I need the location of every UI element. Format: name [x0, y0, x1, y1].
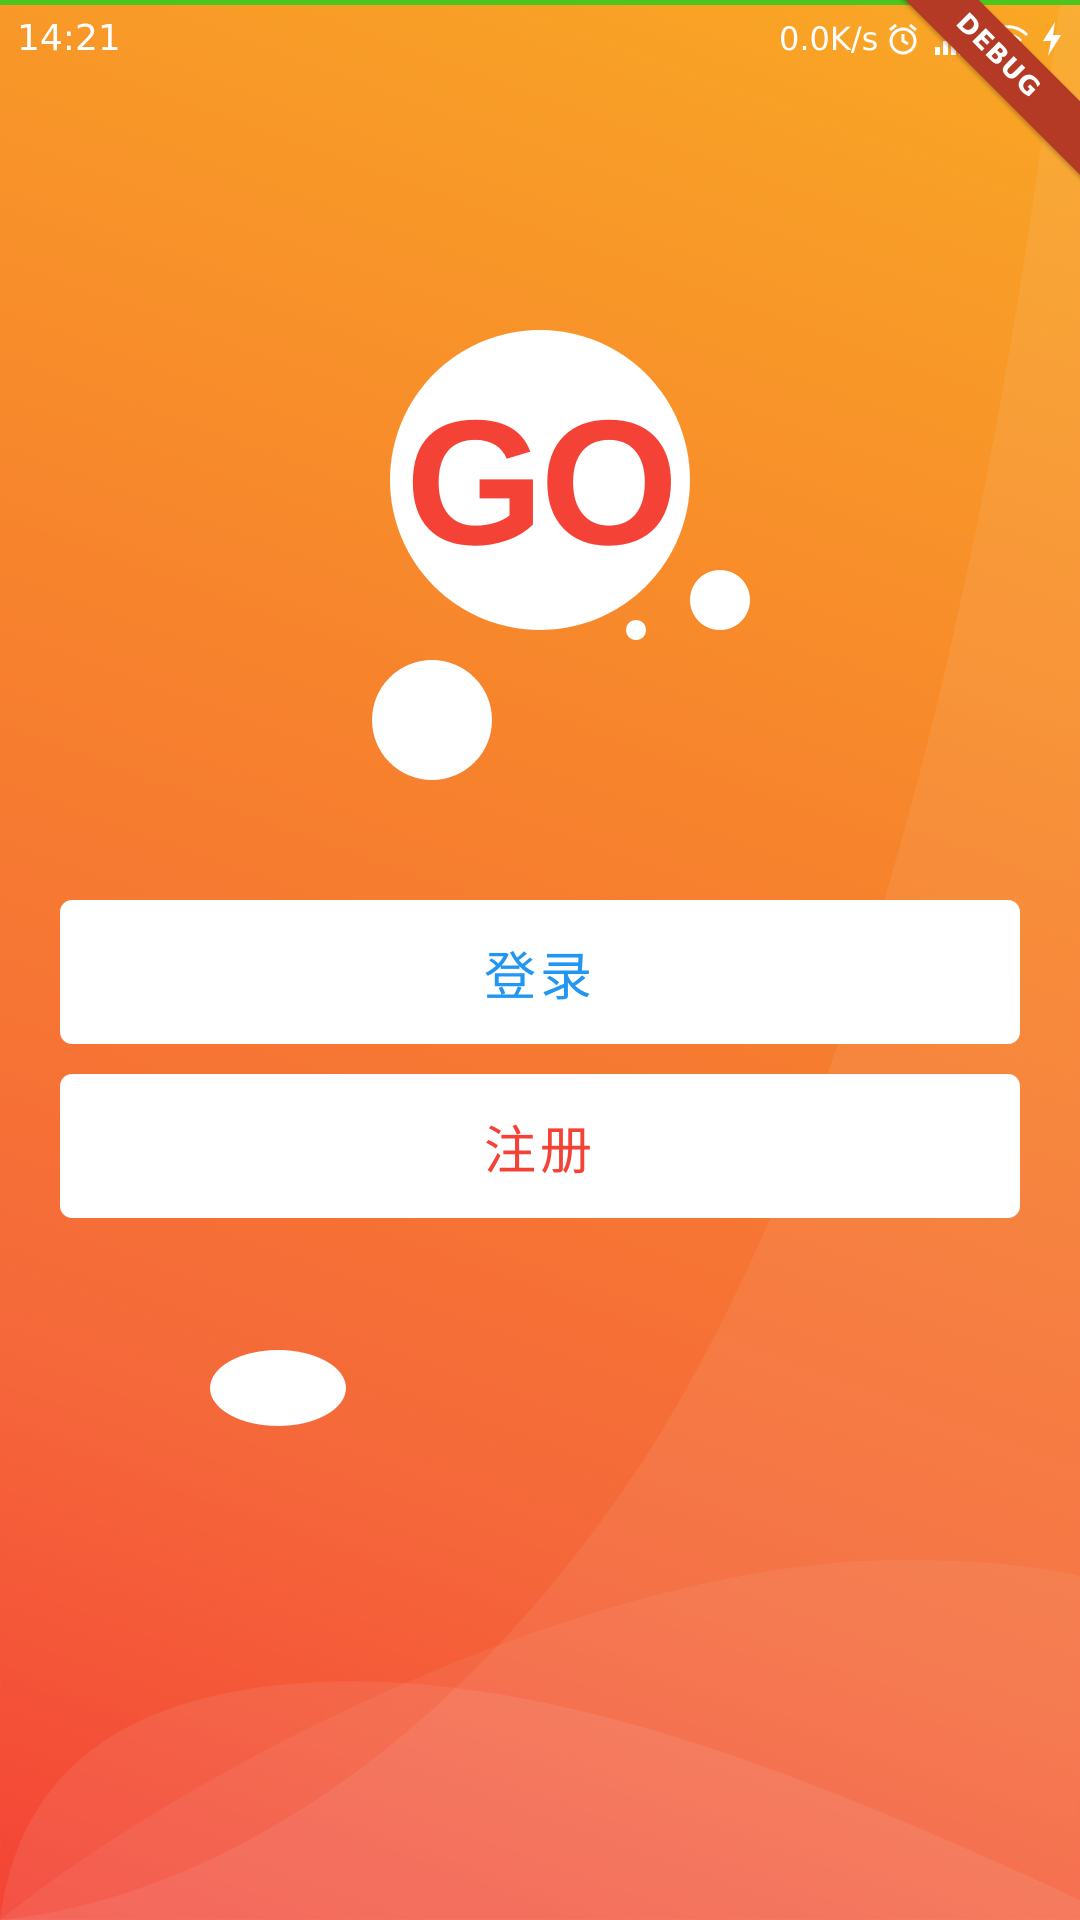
status-bar: 14:21 0.0K/s: [0, 5, 1080, 71]
logo-text: GO: [405, 382, 679, 582]
network-speed: 0.0K/s: [779, 20, 879, 58]
bubble-ellipse: [210, 1350, 346, 1426]
bubble-small-dot: [626, 620, 646, 640]
login-button[interactable]: 登录: [60, 900, 1020, 1044]
status-time: 14:21: [17, 18, 121, 59]
alarm-icon: [889, 23, 917, 55]
bubble-large: [372, 660, 492, 780]
register-button[interactable]: 注册: [60, 1074, 1020, 1218]
charging-icon: [1043, 22, 1061, 56]
bubble-medium: [690, 570, 750, 630]
logo-circle: GO: [390, 330, 690, 630]
